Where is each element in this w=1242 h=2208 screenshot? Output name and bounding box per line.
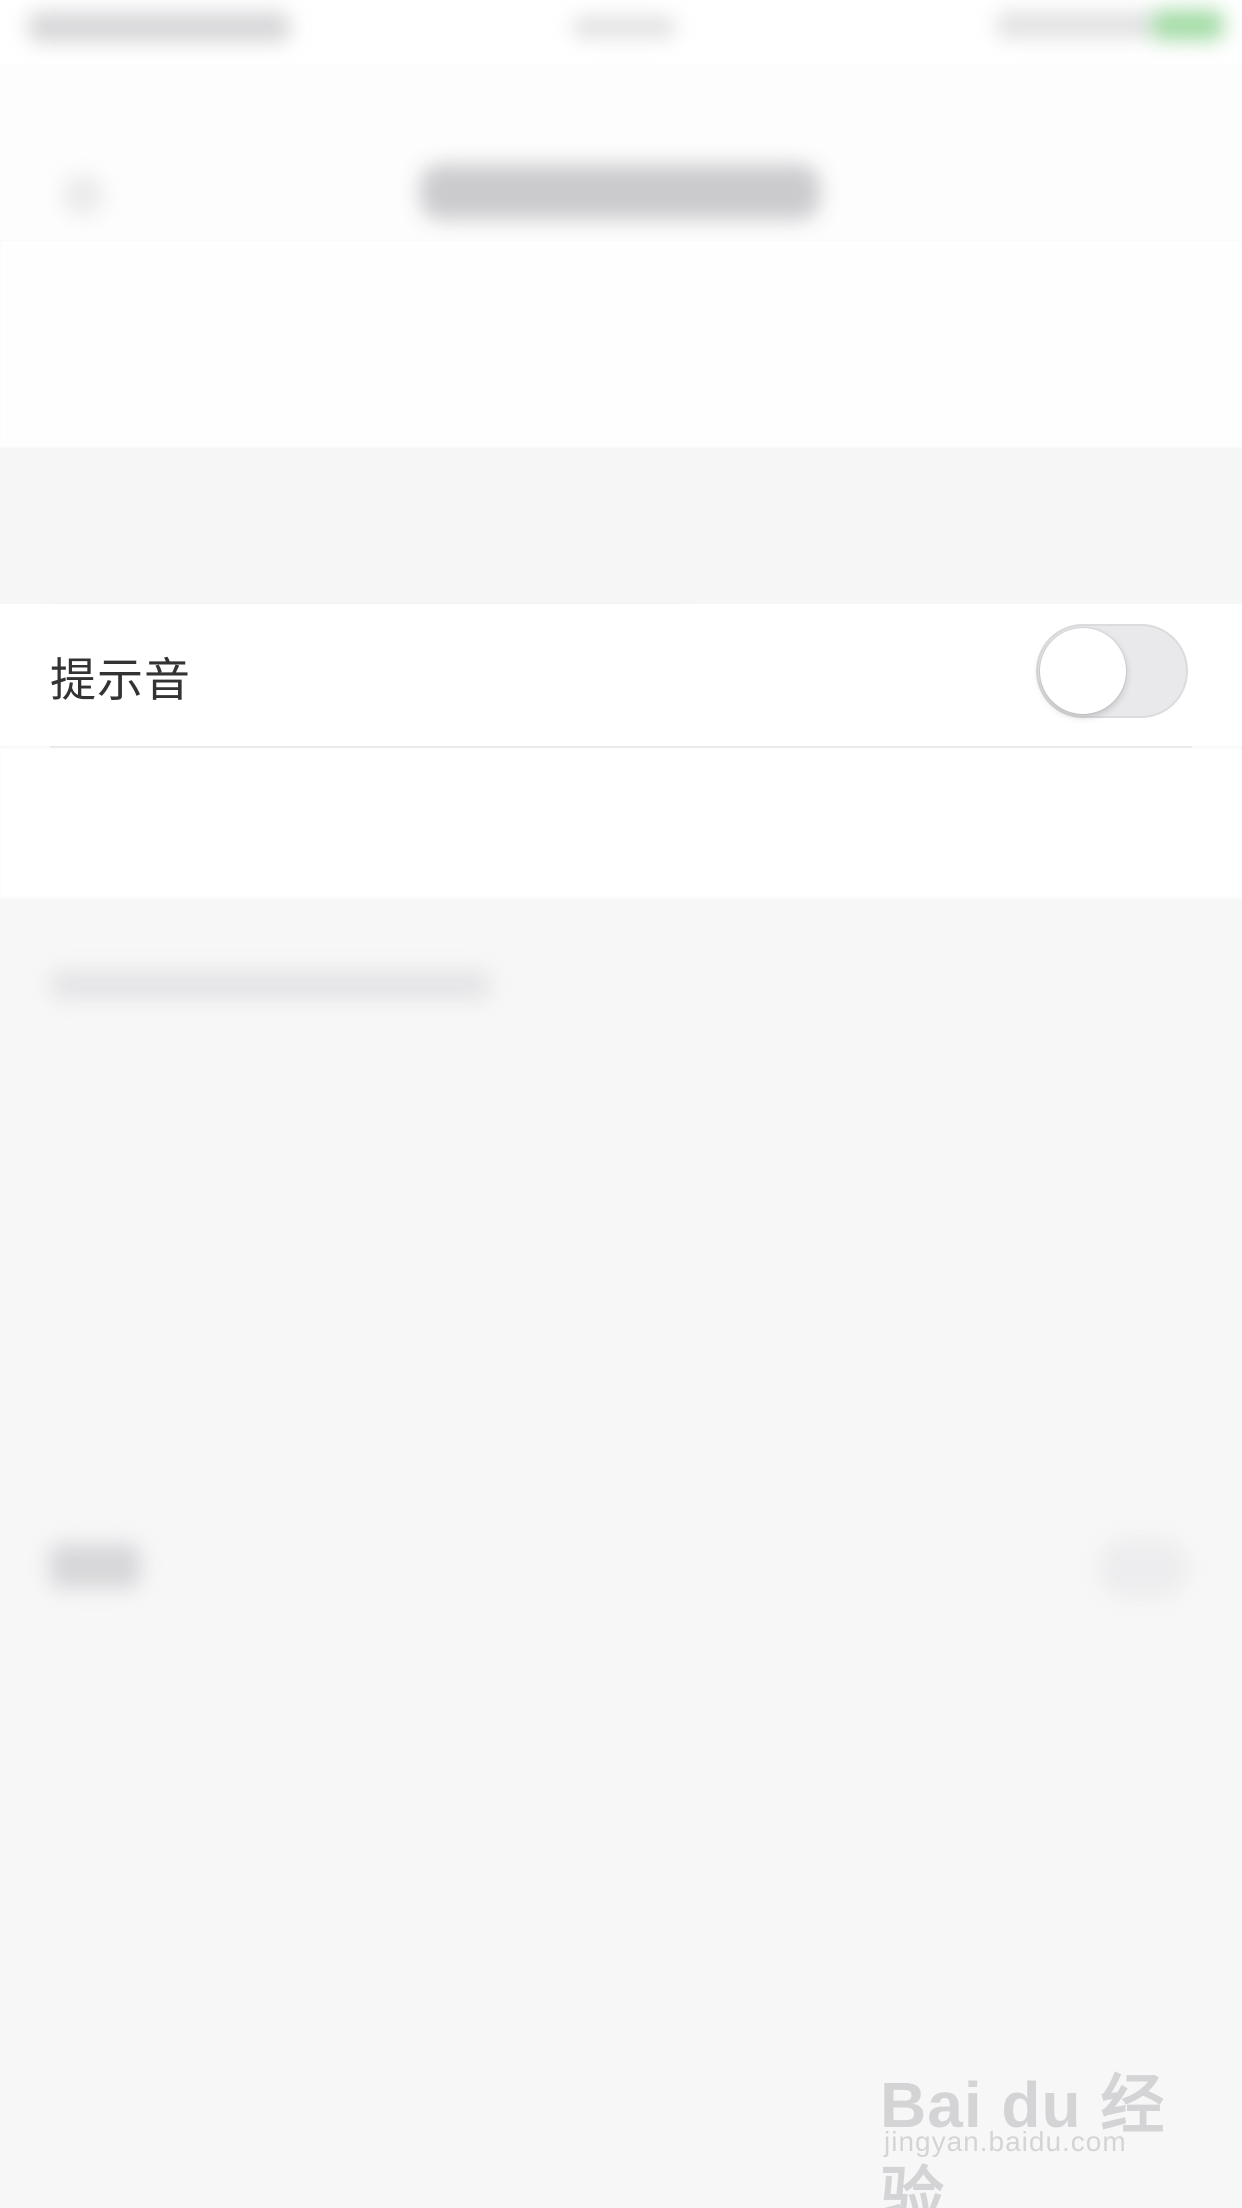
blurred-section-caption: [50, 971, 490, 999]
app-screen: 提示音 Bai du 经验 jingyan.baidu.com: [0, 0, 1242, 2208]
notification-sound-row[interactable]: 提示音: [0, 604, 1242, 746]
blurred-row-toggle[interactable]: [1098, 1538, 1188, 1598]
blurred-row-label: [50, 1544, 140, 1588]
blurred-second-row: [0, 748, 1242, 1598]
notification-sound-toggle[interactable]: [1036, 624, 1188, 718]
toggle-knob: [1040, 628, 1126, 714]
watermark-url: jingyan.baidu.com: [884, 2126, 1127, 2157]
back-icon[interactable]: [62, 174, 104, 216]
navigation-bar: [0, 64, 1242, 241]
blurred-section-header: [0, 448, 1242, 999]
carrier-signal-blurred: [28, 12, 290, 42]
status-time-blurred: [572, 16, 676, 38]
battery-icon: [1152, 10, 1224, 40]
status-bar: [0, 0, 1242, 64]
status-indicators-blurred: [996, 12, 1158, 38]
baidu-watermark: Bai du 经验 jingyan.baidu.com: [880, 2054, 1200, 2208]
blurred-setting-section: [0, 240, 1242, 626]
notification-sound-label: 提示音: [50, 653, 191, 707]
page-title-blurred: [420, 164, 820, 220]
